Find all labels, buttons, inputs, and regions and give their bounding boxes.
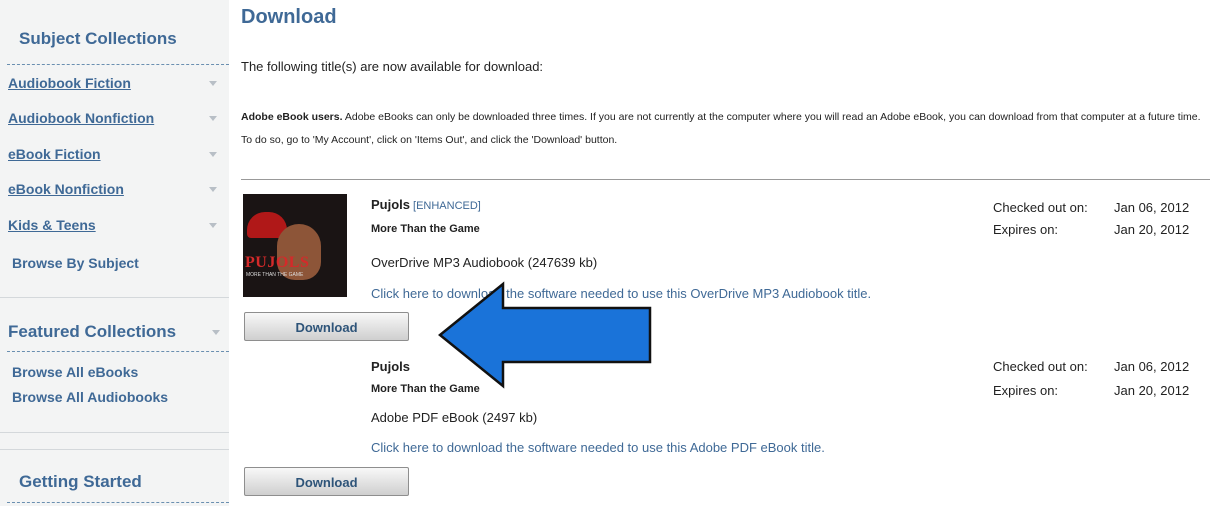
divider	[7, 351, 229, 352]
expires-date: Jan 20, 2012	[1114, 383, 1190, 398]
divider	[7, 64, 229, 65]
checked-out-date: Jan 06, 2012	[1114, 359, 1190, 374]
expires-label: Expires on:	[993, 222, 1059, 237]
sidebar-item-browse-all-ebooks[interactable]: Browse All eBooks	[12, 364, 138, 380]
sidebar-item-kids-teens[interactable]: Kids & Teens	[8, 217, 96, 233]
expires-date: Jan 20, 2012	[1114, 222, 1190, 237]
item-title[interactable]: Pujols [ENHANCED]	[371, 197, 481, 212]
item-format: Adobe PDF eBook (2497 kb)	[371, 410, 538, 425]
page-title: Download	[241, 6, 337, 28]
sidebar-item-browse-all-audiobooks[interactable]: Browse All Audiobooks	[12, 389, 168, 405]
sidebar-item-audiobook-nonfiction[interactable]: Audiobook Nonfiction	[8, 110, 154, 126]
item-format: OverDrive MP3 Audiobook (247639 kb)	[371, 255, 598, 270]
sidebar-item-browse-by-subject[interactable]: Browse By Subject	[12, 255, 139, 271]
cover-title: PUJOLS	[245, 254, 310, 271]
divider	[241, 179, 1210, 180]
download-button[interactable]: Download	[244, 312, 409, 341]
getting-started-heading[interactable]: Getting Started	[19, 472, 142, 492]
divider	[0, 449, 229, 450]
software-download-link[interactable]: Click here to download the software need…	[371, 286, 871, 301]
adobe-note-text: Adobe eBooks can only be downloaded thre…	[241, 111, 1201, 146]
sidebar: Subject Collections Audiobook Fiction Au…	[0, 0, 229, 506]
software-download-link[interactable]: Click here to download the software need…	[371, 440, 825, 455]
checked-out-label: Checked out on:	[993, 359, 1088, 374]
expires-label: Expires on:	[993, 383, 1059, 398]
featured-collections-heading[interactable]: Featured Collections	[8, 322, 176, 342]
chevron-down-icon[interactable]	[209, 152, 217, 157]
book-cover-image[interactable]: PUJOLS MORE THAN THE GAME	[243, 194, 347, 297]
divider	[0, 297, 229, 298]
item-title[interactable]: Pujols	[371, 359, 410, 374]
item-subtitle: More Than the Game	[371, 383, 480, 395]
adobe-note: Adobe eBook users. Adobe eBooks can only…	[241, 106, 1203, 152]
chevron-down-icon[interactable]	[209, 187, 217, 192]
chevron-down-icon[interactable]	[212, 330, 220, 335]
item-title-text[interactable]: Pujols	[371, 197, 410, 212]
chevron-down-icon[interactable]	[209, 116, 217, 121]
chevron-down-icon[interactable]	[209, 81, 217, 86]
intro-text: The following title(s) are now available…	[241, 59, 544, 74]
checked-out-date: Jan 06, 2012	[1114, 200, 1190, 215]
sidebar-item-audiobook-fiction[interactable]: Audiobook Fiction	[8, 75, 131, 91]
sidebar-item-ebook-fiction[interactable]: eBook Fiction	[8, 146, 101, 162]
checked-out-label: Checked out on:	[993, 200, 1088, 215]
divider	[7, 502, 229, 503]
sidebar-item-ebook-nonfiction[interactable]: eBook Nonfiction	[8, 181, 124, 197]
adobe-note-bold: Adobe eBook users.	[241, 111, 343, 123]
divider	[0, 432, 229, 433]
chevron-down-icon[interactable]	[209, 223, 217, 228]
subject-collections-heading: Subject Collections	[19, 29, 177, 48]
download-button[interactable]: Download	[244, 467, 409, 496]
item-subtitle: More Than the Game	[371, 223, 480, 235]
cover-subtitle: MORE THAN THE GAME	[246, 272, 304, 278]
enhanced-tag: [ENHANCED]	[413, 200, 481, 212]
